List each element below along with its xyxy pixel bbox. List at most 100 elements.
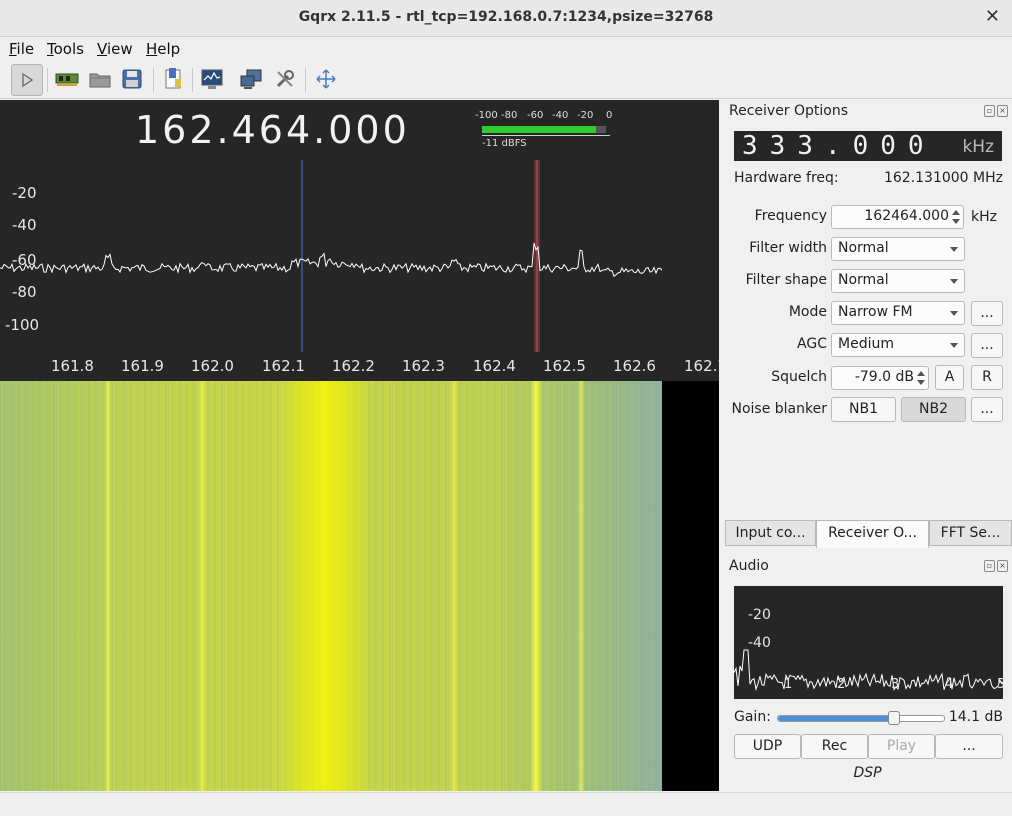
hardware-freq-value: 162.131000 MHz [883,170,1003,186]
audio-fft-canvas [734,649,1003,692]
float-icon[interactable]: ▫ [984,105,995,117]
waterfall-image [0,381,662,791]
audio-fft-trace [734,649,1003,692]
filter-width-select[interactable]: Normal [831,237,965,261]
toolbar-separator [47,68,48,92]
dsp-label: DSP [853,765,882,781]
gain-slider-handle[interactable] [888,711,901,725]
noise-blanker-label: Noise blanker [731,401,828,417]
frequency-input[interactable]: 162464.000 [831,205,964,229]
toolbar [0,62,1012,99]
hardware-icon[interactable] [52,64,82,94]
audio-title: Audio [729,558,769,574]
audio-fft-plot[interactable]: -20 -40 1 2 3 4 5 [734,586,1003,699]
dock-buttons: ▫ × [984,105,1008,117]
audio-x-tick: 5 [997,677,1003,692]
menu-help[interactable]: Help [146,40,180,58]
menu-view[interactable]: View [97,40,133,58]
audio-y-tick: -40 [748,635,771,651]
spin-down-icon[interactable] [917,380,925,385]
noise-blanker-row: Noise blanker [723,398,828,422]
filter-width-row: Filter width [723,237,827,261]
chevron-down-icon [950,343,958,348]
dock-tabs: Input co... Receiver O... FFT Se... [725,520,1012,548]
spectrum-plot[interactable]: 162.464.000 -100 -80 -60 -40 -20 0 -11 d… [0,100,719,381]
chevron-down-icon [950,247,958,252]
toolbar-separator [305,68,306,92]
spectrum-canvas [0,160,663,352]
nb1-button[interactable]: NB1 [831,397,896,422]
title-bar: Gqrx 2.11.5 - rtl_tcp=192.168.0.7:1234,p… [0,0,1012,37]
agc-options-button[interactable]: ... [971,333,1003,358]
float-icon[interactable]: ▫ [984,560,995,572]
agc-label: AGC [797,336,827,352]
play-button[interactable]: Play [868,734,935,759]
dock-buttons: ▫ × [984,560,1008,572]
frequency-unit: kHz [971,209,997,225]
waterfall[interactable] [0,381,719,791]
offset-display[interactable]: 333.000 kHz [734,131,1002,161]
rec-button[interactable]: Rec [801,734,868,759]
close-icon[interactable]: ✕ [985,6,1000,27]
frequency-label: Frequency [754,208,827,224]
remote-icon[interactable] [236,64,266,94]
settings-icon[interactable] [270,64,300,94]
save-icon[interactable] [117,64,147,94]
gain-label: Gain: [734,709,771,725]
close-icon[interactable]: × [997,560,1008,572]
fullscreen-icon[interactable] [311,64,341,94]
bookmark-icon[interactable] [158,64,188,94]
menu-bar: File Tools View Help [0,37,1012,61]
menu-file[interactable]: File [9,40,34,58]
squelch-row: Squelch [723,366,827,390]
tab-receiver-options[interactable]: Receiver O... [816,520,929,548]
squelch-label: Squelch [771,369,827,385]
squelch-reset-button[interactable]: R [971,365,1003,390]
filter-shape-label: Filter shape [745,272,827,288]
spectrum-icon[interactable] [197,64,227,94]
spectrum-trace [0,242,663,278]
spin-up-icon[interactable] [952,210,960,215]
audio-x-tick: 4 [945,677,954,692]
toolbar-separator [192,68,193,92]
offset-digits[interactable]: 333.000 [742,131,936,161]
audio-x-tick: 1 [784,677,793,692]
play-icon[interactable] [11,64,43,96]
agc-select[interactable]: Medium [831,333,965,357]
close-icon[interactable]: × [997,105,1008,117]
squelch-auto-button[interactable]: A [935,365,964,390]
open-icon[interactable] [85,64,115,94]
noise-blanker-options-button[interactable]: ... [971,397,1003,422]
spin-up-icon[interactable] [917,371,925,376]
tab-fft-settings[interactable]: FFT Se... [929,520,1012,546]
nb2-button[interactable]: NB2 [901,397,966,422]
squelch-input[interactable]: -79.0 dB [831,366,929,390]
toolbar-separator [153,68,154,92]
status-bar [0,792,1012,816]
mode-options-button[interactable]: ... [971,301,1003,326]
chevron-down-icon [950,311,958,316]
udp-button[interactable]: UDP [734,734,801,759]
frequency-row: Frequency [723,205,827,229]
gain-slider-fill [778,716,895,721]
gain-slider[interactable] [777,711,945,725]
spin-down-icon[interactable] [952,219,960,224]
offset-unit: kHz [962,137,994,157]
menu-tools[interactable]: Tools [47,40,84,58]
dock-panel: Receiver Options ▫ × 333.000 kHz Hardware… [723,100,1012,792]
gain-value: 14.1 dB [948,709,1003,725]
frequency-value: 162464.000 [864,208,949,224]
filter-width-label: Filter width [749,240,827,256]
audio-options-button[interactable]: ... [935,734,1003,759]
filter-shape-row: Filter shape [723,269,827,293]
chevron-down-icon [950,279,958,284]
mode-label: Mode [788,304,827,320]
mode-select[interactable]: Narrow FM [831,301,965,325]
hardware-freq-label: Hardware freq: [734,170,839,186]
mode-value: Narrow FM [838,304,913,320]
filter-shape-select[interactable]: Normal [831,269,965,293]
squelch-value: -79.0 dB [854,369,914,385]
mode-row: Mode [723,301,827,325]
agc-value: Medium [838,336,894,352]
tab-input-controls[interactable]: Input co... [725,520,816,546]
